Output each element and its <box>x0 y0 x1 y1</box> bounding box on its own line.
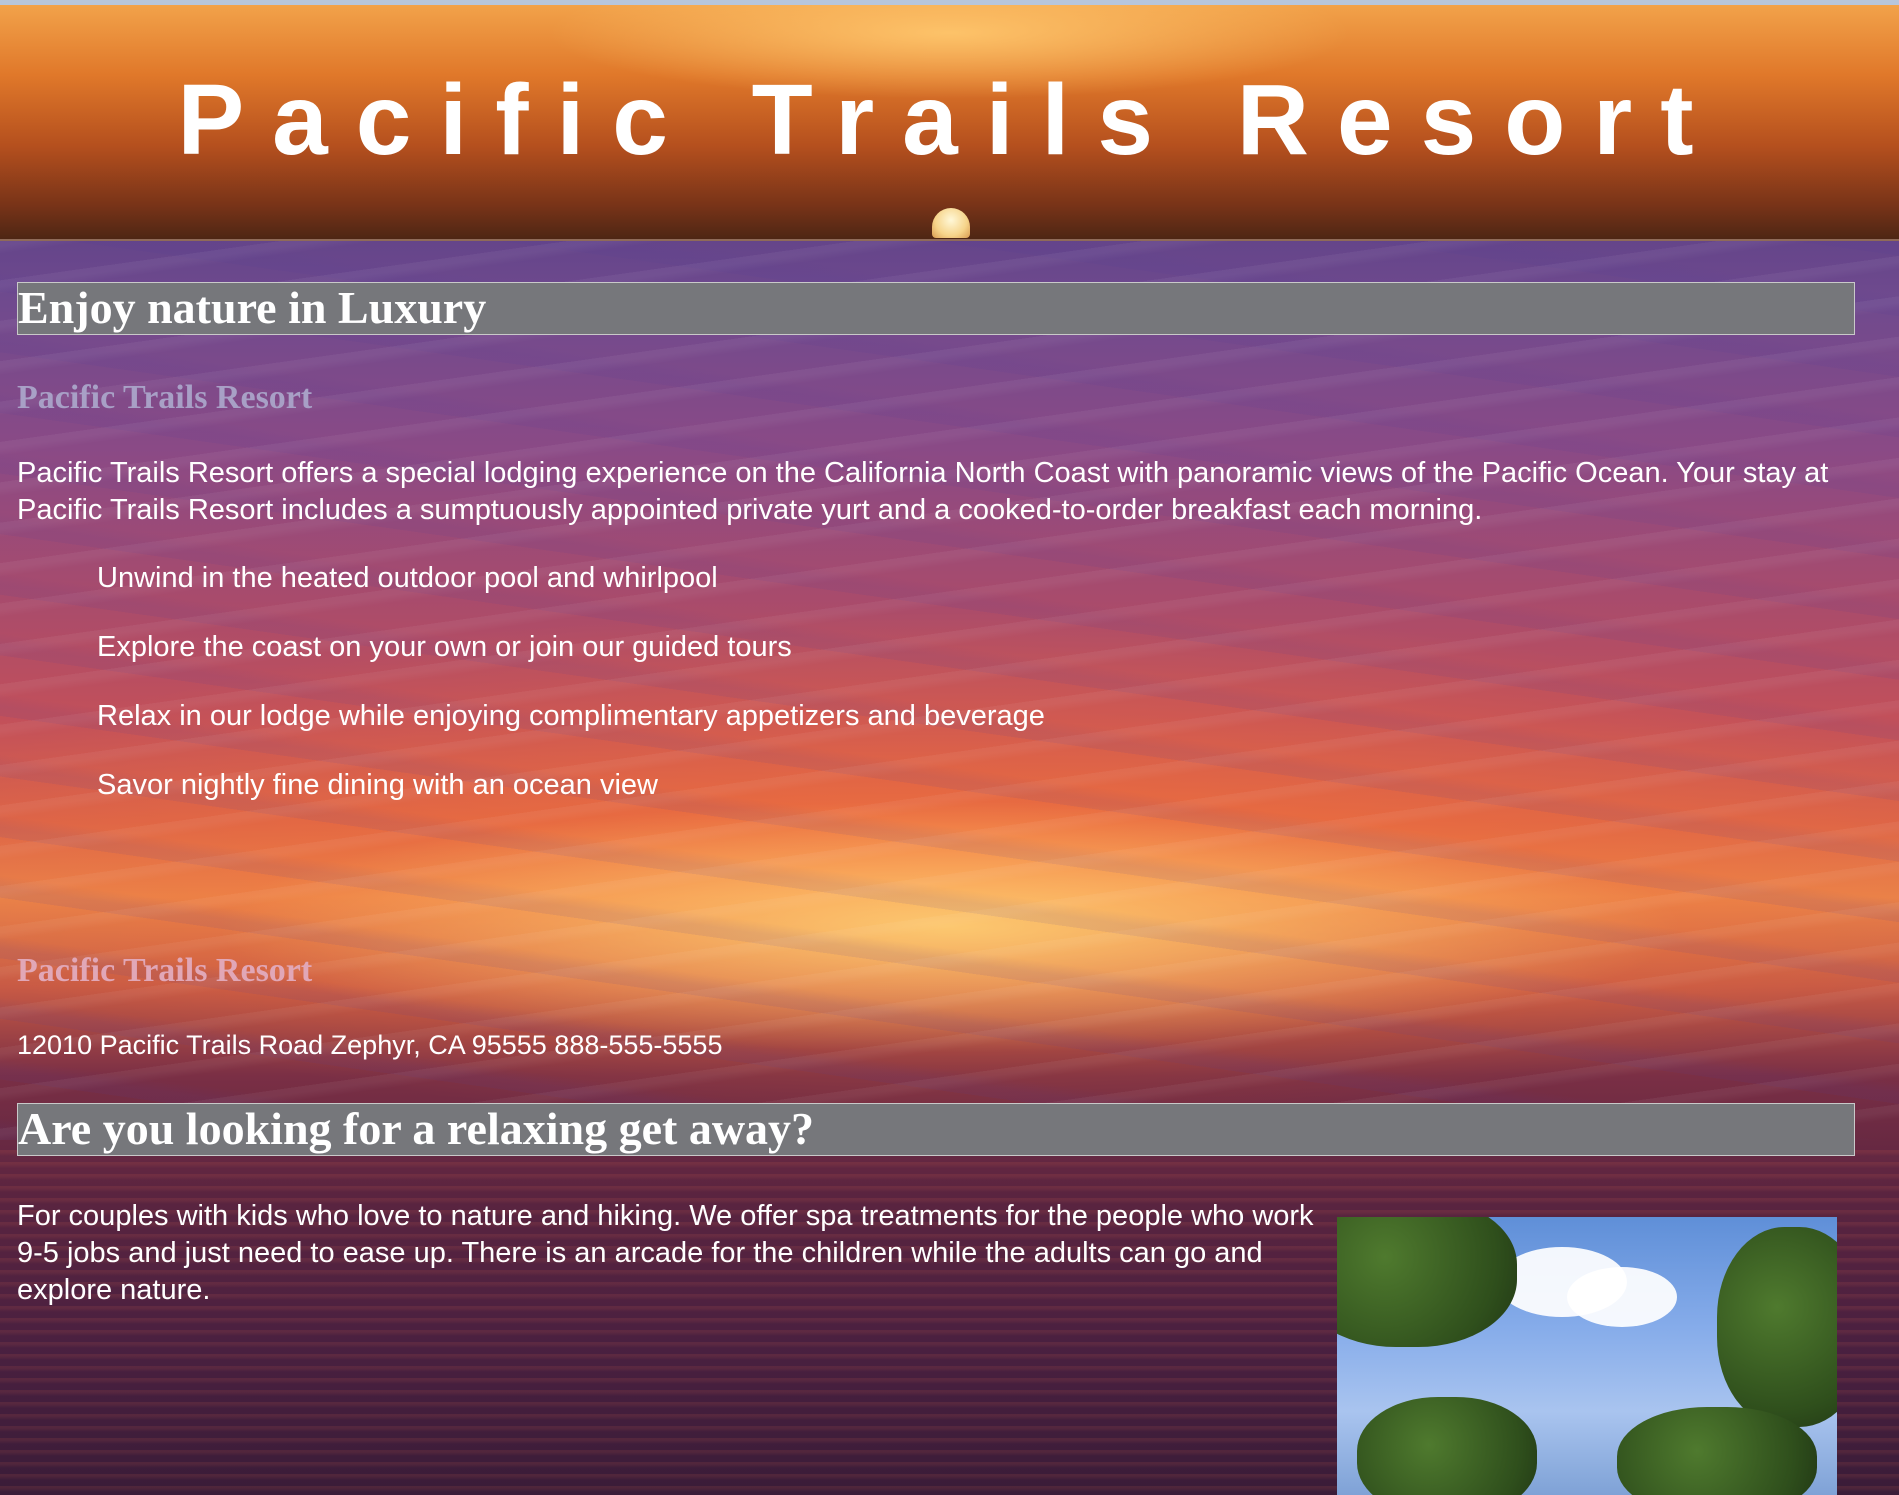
resort-subheading: Pacific Trails Resort <box>17 379 313 416</box>
contact-name: Pacific Trails Resort <box>17 952 313 989</box>
photo-tree <box>1717 1227 1837 1427</box>
section-heading-luxury: Enjoy nature in Luxury <box>17 282 1855 335</box>
list-item: Savor nightly fine dining with an ocean … <box>97 769 658 801</box>
photo-tree <box>1357 1397 1537 1495</box>
feature-list: Unwind in the heated outdoor pool and wh… <box>97 560 1045 836</box>
sunset-sun-image <box>932 208 970 238</box>
photo-tree <box>1617 1407 1817 1495</box>
site-title: Pacific Trails Resort <box>177 64 1722 176</box>
contact-address: 12010 Pacific Trails Road Zephyr, CA 955… <box>17 1030 723 1060</box>
getaway-paragraph: For couples with kids who love to nature… <box>17 1200 1314 1306</box>
list-item: Unwind in the heated outdoor pool and wh… <box>97 562 718 594</box>
header-banner: Pacific Trails Resort <box>0 5 1899 241</box>
list-item: Relax in our lodge while enjoying compli… <box>97 700 1045 732</box>
photo-cloud <box>1567 1267 1677 1327</box>
resort-photo <box>1337 1217 1837 1495</box>
section-heading-getaway: Are you looking for a relaxing get away? <box>17 1103 1855 1156</box>
photo-tree <box>1337 1217 1517 1347</box>
list-item: Explore the coast on your own or join ou… <box>97 631 792 663</box>
intro-paragraph: Pacific Trails Resort offers a special l… <box>17 457 1829 526</box>
